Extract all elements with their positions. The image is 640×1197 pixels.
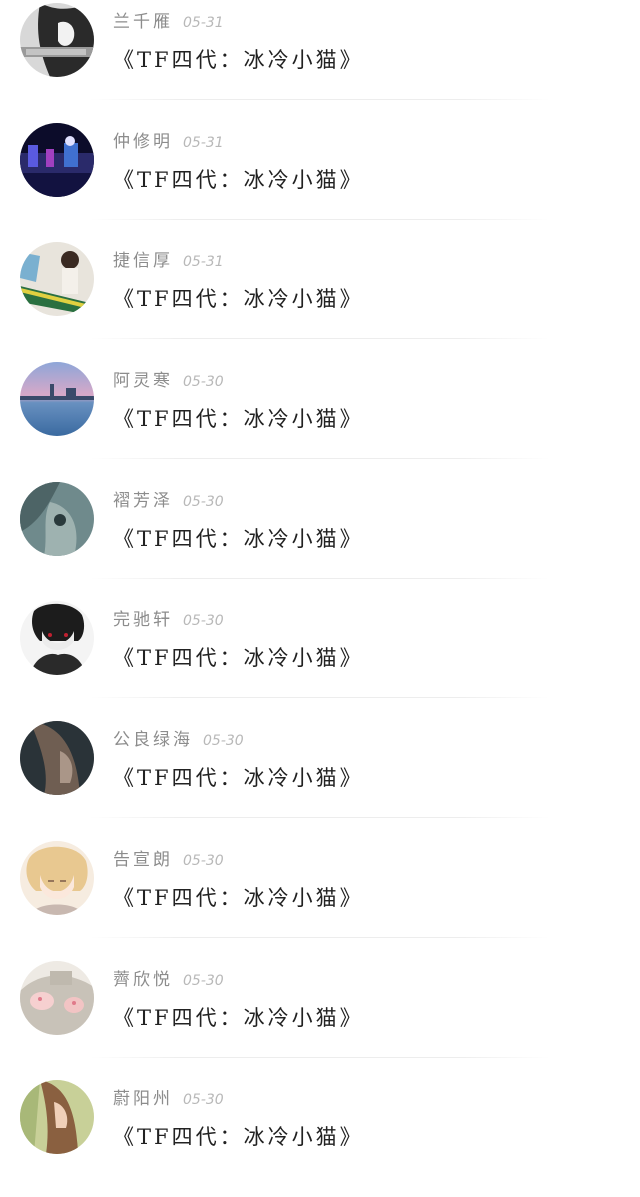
item-meta: 兰千雁 05-31 — [113, 8, 224, 36]
post-date: 05-30 — [183, 1092, 224, 1109]
list-item[interactable]: 阿灵寒 05-30 《TF四代：冰冷小猫》 — [0, 359, 640, 479]
post-date: 05-30 — [183, 972, 224, 989]
author-name[interactable]: 公良绿海 — [113, 730, 193, 750]
list-item[interactable]: 仲修明 05-31 《TF四代：冰冷小猫》 — [0, 120, 640, 240]
post-title[interactable]: 《TF四代：冰冷小猫》 — [113, 402, 364, 436]
post-date: 05-31 — [183, 15, 224, 31]
item-meta: 告宣朗 05-30 — [113, 846, 224, 874]
avatar[interactable] — [20, 362, 94, 437]
post-title[interactable]: 《TF四代：冰冷小猫》 — [113, 282, 364, 316]
item-meta: 阿灵寒 05-30 — [113, 367, 224, 395]
item-meta: 公良绿海 05-30 — [113, 726, 244, 754]
post-date: 05-30 — [203, 733, 244, 750]
post-title[interactable]: 《TF四代：冰冷小猫》 — [113, 522, 364, 556]
list-item[interactable]: 捷信厚 05-31 《TF四代：冰冷小猫》 — [0, 239, 640, 359]
avatar[interactable] — [20, 721, 94, 796]
post-date: 05-31 — [183, 134, 224, 151]
list-item[interactable]: 蔚阳州 05-30 《TF四代：冰冷小猫》 — [0, 1077, 640, 1197]
post-date: 05-31 — [183, 254, 224, 271]
post-title[interactable]: 《TF四代：冰冷小猫》 — [113, 1001, 364, 1035]
post-date: 05-30 — [183, 493, 224, 510]
divider — [90, 697, 550, 699]
post-title[interactable]: 《TF四代：冰冷小猫》 — [113, 163, 364, 197]
post-title[interactable]: 《TF四代：冰冷小猫》 — [113, 641, 364, 675]
avatar[interactable] — [20, 960, 94, 1035]
item-meta: 薺欣悦 05-30 — [113, 966, 224, 994]
list-item[interactable]: 薺欣悦 05-30 《TF四代：冰冷小猫》 — [0, 958, 640, 1078]
divider — [90, 458, 550, 460]
author-name[interactable]: 兰千雁 — [113, 12, 173, 32]
avatar[interactable] — [20, 242, 94, 317]
list-item[interactable]: 告宣朗 05-30 《TF四代：冰冷小猫》 — [0, 838, 640, 958]
divider — [90, 338, 550, 340]
author-name[interactable]: 薺欣悦 — [113, 970, 173, 990]
divider — [90, 1056, 550, 1058]
author-name[interactable]: 阿灵寒 — [113, 371, 173, 391]
post-title[interactable]: 《TF四代：冰冷小猫》 — [113, 881, 364, 915]
author-name[interactable]: 告宣朗 — [113, 850, 173, 870]
avatar[interactable] — [20, 481, 94, 556]
item-meta: 蔚阳州 05-30 — [113, 1085, 224, 1113]
avatar[interactable] — [20, 1080, 94, 1155]
avatar[interactable] — [20, 840, 94, 915]
list-item[interactable]: 兰千雁 05-31 《TF四代：冰冷小猫》 — [0, 0, 640, 120]
divider — [90, 936, 550, 938]
post-date: 05-30 — [183, 613, 224, 630]
item-meta: 捷信厚 05-31 — [113, 247, 224, 275]
author-name[interactable]: 仲修明 — [113, 132, 173, 152]
list-item[interactable]: 完驰轩 05-30 《TF四代：冰冷小猫》 — [0, 598, 640, 718]
post-date: 05-30 — [183, 852, 224, 869]
divider — [90, 99, 550, 100]
item-meta: 仲修明 05-31 — [113, 128, 224, 156]
author-name[interactable]: 捷信厚 — [113, 251, 173, 271]
divider — [90, 218, 550, 220]
avatar[interactable] — [20, 601, 94, 676]
post-title[interactable]: 《TF四代：冰冷小猫》 — [113, 1120, 364, 1154]
divider — [90, 577, 550, 579]
author-name[interactable]: 褶芳泽 — [113, 491, 173, 511]
list-item[interactable]: 褶芳泽 05-30 《TF四代：冰冷小猫》 — [0, 479, 640, 599]
comment-list: 兰千雁 05-31 《TF四代：冰冷小猫》 仲修明 05-31 《TF四代：冰冷小猫… — [0, 0, 640, 1182]
post-date: 05-30 — [183, 374, 224, 391]
post-title[interactable]: 《TF四代：冰冷小猫》 — [113, 43, 364, 77]
avatar[interactable] — [20, 122, 94, 197]
item-meta: 完驰轩 05-30 — [113, 606, 224, 634]
list-item[interactable]: 公良绿海 05-30 《TF四代：冰冷小猫》 — [0, 718, 640, 838]
post-title[interactable]: 《TF四代：冰冷小猫》 — [113, 761, 364, 795]
author-name[interactable]: 蔚阳州 — [113, 1089, 173, 1109]
divider — [90, 817, 550, 819]
author-name[interactable]: 完驰轩 — [113, 610, 173, 630]
item-meta: 褶芳泽 05-30 — [113, 487, 224, 515]
avatar[interactable] — [20, 3, 94, 77]
